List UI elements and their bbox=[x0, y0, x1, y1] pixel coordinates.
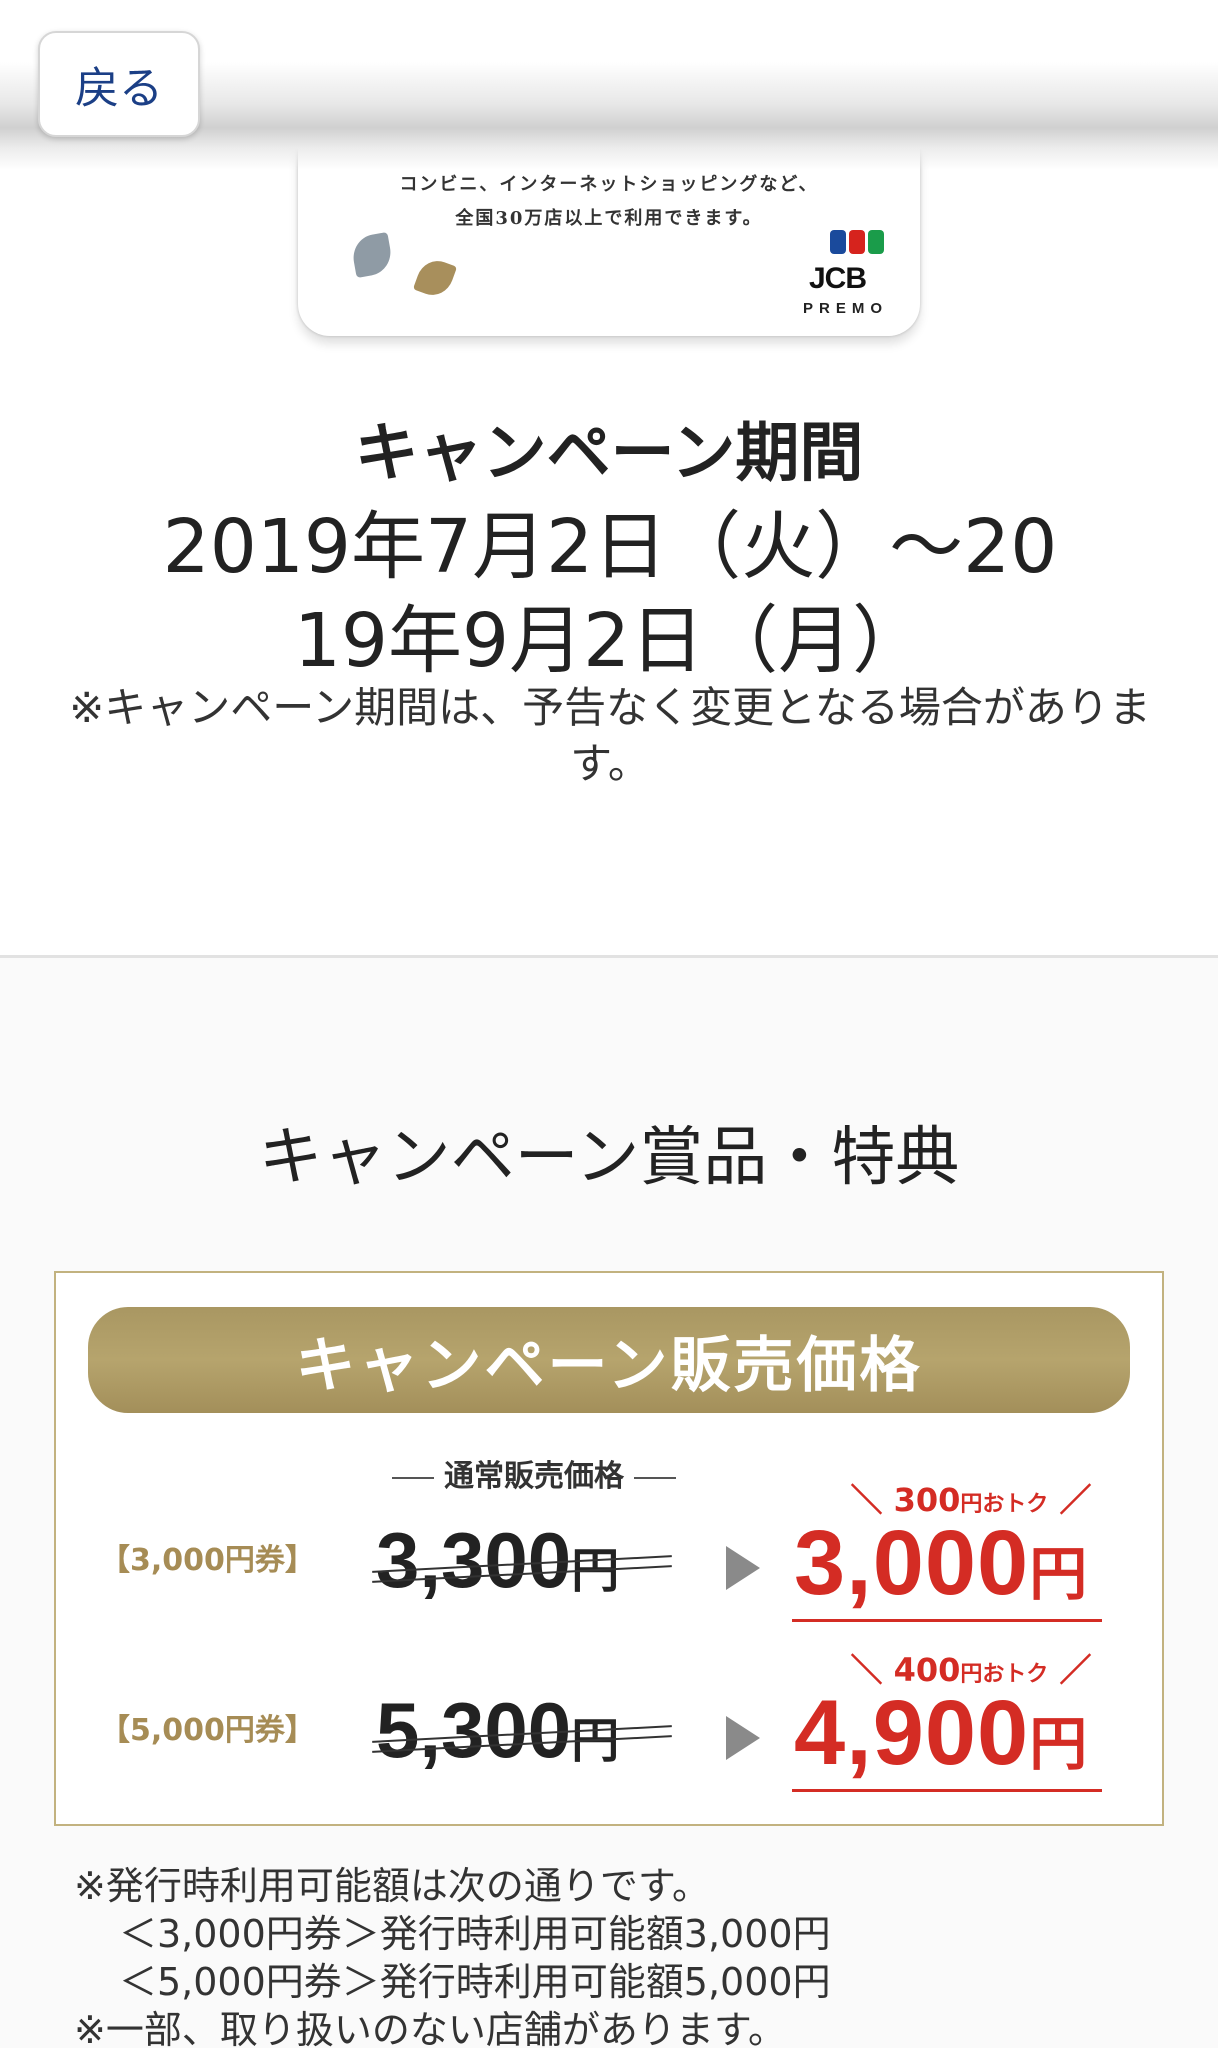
jcb-blue-block bbox=[830, 230, 846, 254]
page: 戻る コンビニ、インターネットショッピングなど、 全国30万店以上で利用できます… bbox=[0, 0, 1218, 2048]
price-row-5000: 【5,000円券】 5,300円 ＼ 400円おトク ／ 4,900円 bbox=[56, 1643, 1162, 1803]
footnotes: ※発行時利用可能額は次の通りです。 ＜3,000円券＞発行時利用可能額3,000… bbox=[74, 1862, 1174, 2048]
jcb-green-block bbox=[868, 230, 884, 254]
new-price-underline bbox=[792, 1619, 1102, 1622]
arrow-right-icon bbox=[726, 1546, 760, 1590]
jcb-red-block bbox=[849, 230, 865, 254]
period-title: キャンペーン期間 bbox=[354, 417, 864, 491]
back-button[interactable]: 戻る bbox=[38, 31, 200, 137]
new-price: 4,900円 bbox=[794, 1681, 1088, 1786]
footnote-line: ※発行時利用可能額は次の通りです。 bbox=[74, 1864, 711, 1908]
new-price-value: 3,000 bbox=[794, 1512, 1030, 1614]
jcb-logo-text: JCB bbox=[808, 262, 867, 295]
prizes-title: キャンペーン賞品・特典 bbox=[258, 1121, 960, 1195]
new-price: 3,000円 bbox=[794, 1511, 1088, 1616]
new-price-unit: 円 bbox=[1029, 1542, 1089, 1607]
voucher-label: 【5,000円券】 bbox=[100, 1713, 315, 1748]
old-price-value: 3,300 bbox=[376, 1516, 572, 1604]
arrow-right-icon bbox=[726, 1716, 760, 1760]
card-text-line-2: 全国30万店以上で利用できます。 bbox=[455, 208, 763, 229]
footnote-line: ＜3,000円券＞発行時利用可能額3,000円 bbox=[119, 1912, 831, 1956]
gold-leaf-icon bbox=[412, 255, 458, 301]
new-price-underline bbox=[792, 1789, 1102, 1792]
card-text-line-1: コンビニ、インターネットショッピングなど、 bbox=[399, 174, 819, 195]
price-row-3000: 【3,000円券】 3,300円 ＼ 300円おトク ／ 3,000円 bbox=[56, 1473, 1162, 1633]
jcb-premo-logo: JCB PREMO bbox=[778, 230, 888, 320]
campaign-price-box: キャンペーン販売価格 通常販売価格 【3,000円券】 3,300円 ＼ 300… bbox=[54, 1271, 1164, 1826]
footnote-line: ※一部、取り扱いのない店舗があります。 bbox=[74, 2008, 787, 2048]
voucher-label: 【3,000円券】 bbox=[100, 1543, 315, 1578]
gray-leaf-icon bbox=[349, 232, 395, 278]
header-bar: 戻る bbox=[0, 0, 1218, 170]
jcb-color-blocks bbox=[830, 230, 884, 254]
old-price-value: 5,300 bbox=[376, 1686, 572, 1774]
new-price-value: 4,900 bbox=[794, 1682, 1030, 1784]
new-price-unit: 円 bbox=[1029, 1712, 1089, 1777]
premo-logo-text: PREMO bbox=[802, 300, 888, 317]
campaign-price-banner: キャンペーン販売価格 bbox=[88, 1307, 1130, 1413]
period-note: ※キャンペーン期間は、予告なく変更となる場合があります。 bbox=[69, 683, 1151, 788]
footnote-line: ＜5,000円券＞発行時利用可能額5,000円 bbox=[119, 1960, 831, 2004]
period-dates: 2019年7月2日（火）～2019年9月2日（月） bbox=[162, 504, 1058, 684]
